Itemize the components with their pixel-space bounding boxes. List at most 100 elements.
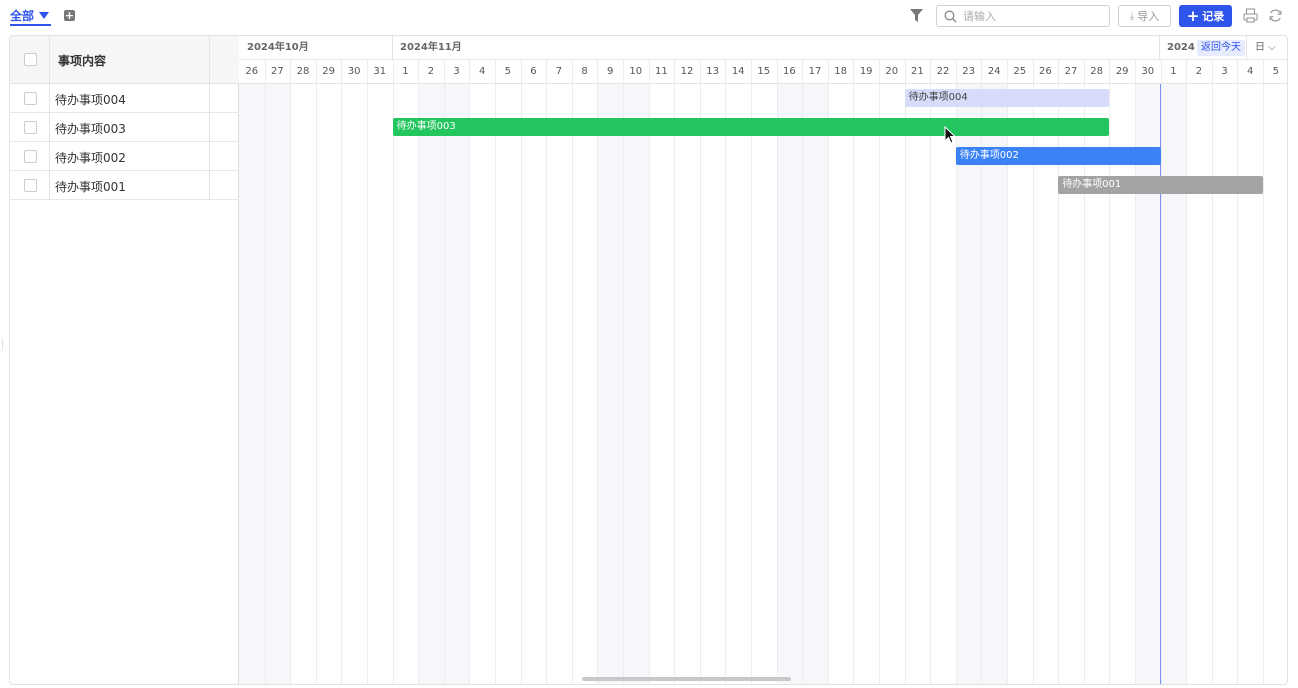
task-name: 待办事项004 (55, 93, 126, 107)
day-divider (571, 60, 573, 84)
day-label: 17 (808, 66, 822, 77)
grid-line (1058, 84, 1060, 684)
refresh-icon[interactable] (1268, 8, 1283, 23)
day-divider (904, 60, 906, 84)
day-divider (1083, 60, 1085, 84)
toolbar: 全部 + ⤓ 导入 + 记录 (0, 0, 1298, 33)
day-label: 2 (427, 66, 435, 77)
day-label: 10 (629, 66, 643, 77)
grid-line (469, 84, 471, 684)
day-label: 2 (1195, 66, 1203, 77)
grid-line (623, 84, 624, 684)
gantt-bar[interactable]: 待办事项004 (904, 89, 1110, 107)
gantt-bar[interactable]: 待办事项002 (955, 147, 1161, 165)
day-label: 11 (655, 66, 668, 77)
grid-line (725, 84, 727, 684)
row-checkbox[interactable] (24, 150, 37, 163)
day-label: 16 (783, 66, 796, 77)
search-icon (944, 10, 957, 23)
day-divider (1058, 60, 1060, 84)
back-to-today-button[interactable]: 返回今天 (1197, 40, 1245, 56)
column-divider (49, 36, 50, 84)
day-divider (879, 60, 880, 84)
column-header-content: 事项内容 (58, 54, 107, 68)
grid-line (879, 84, 880, 684)
grid-line (981, 84, 983, 684)
day-label: 15 (757, 66, 771, 77)
day-divider (776, 60, 778, 84)
table-row[interactable]: 待办事项004 (10, 84, 239, 113)
day-divider (648, 60, 650, 84)
grid-line (1109, 84, 1111, 684)
filter-icon[interactable] (910, 9, 923, 23)
column-divider (209, 36, 210, 84)
grid-line (443, 84, 445, 684)
grid-line (418, 84, 420, 684)
caret-down-icon[interactable] (39, 12, 50, 19)
day-divider (546, 60, 548, 84)
grid-line (392, 84, 394, 684)
table-row[interactable]: 待办事项003 (10, 113, 239, 142)
grid-line (674, 84, 676, 684)
grid-line (802, 84, 804, 684)
weekend-column (264, 84, 291, 684)
day-label: 26 (1039, 66, 1052, 77)
side-collapse-handle[interactable] (0, 338, 3, 352)
day-label: 6 (530, 66, 537, 77)
grid-line (571, 84, 573, 684)
weekend-column (802, 84, 828, 684)
select-all-checkbox[interactable] (24, 53, 37, 66)
day-label: 23 (962, 66, 975, 77)
day-label: 13 (706, 66, 719, 77)
day-divider (1032, 60, 1034, 84)
weekend-column (1135, 84, 1161, 684)
add-record-button[interactable]: + 记录 (1179, 5, 1232, 27)
task-name: 待办事项003 (55, 122, 126, 136)
day-divider (315, 60, 317, 84)
column-divider (49, 113, 50, 142)
day-divider (520, 60, 522, 84)
day-label: 31 (373, 66, 387, 77)
search-box[interactable] (936, 5, 1110, 27)
day-divider (1160, 60, 1162, 84)
day-divider (981, 60, 983, 84)
day-divider (597, 60, 599, 84)
print-icon[interactable] (1243, 8, 1258, 23)
day-header: 26 27 28 29 30 31 1 2 3 4 5 6 7 8 9 10 11 12 13 14 15 16 17 18 1… (239, 60, 1287, 84)
row-checkbox[interactable] (24, 92, 37, 105)
column-divider (209, 84, 210, 113)
day-divider (290, 60, 292, 84)
grid-line (1237, 84, 1239, 684)
search-input[interactable] (963, 8, 1103, 24)
gantt-bar[interactable]: 待办事项001 (1058, 176, 1263, 194)
table-row[interactable]: 待办事项001 (10, 171, 239, 200)
import-button[interactable]: ⤓ 导入 (1118, 5, 1171, 27)
column-divider (209, 171, 210, 200)
day-label: 24 (987, 66, 1001, 77)
horizontal-scrollbar[interactable] (582, 677, 791, 681)
row-checkbox[interactable] (24, 179, 37, 192)
day-label: 8 (581, 66, 588, 77)
day-divider (264, 60, 266, 84)
grid-line (827, 84, 829, 684)
day-divider (674, 60, 676, 84)
column-divider (209, 113, 210, 142)
day-label: 29 (1115, 66, 1129, 77)
row-checkbox[interactable] (24, 121, 37, 134)
day-label: 21 (911, 66, 924, 77)
day-divider (1186, 60, 1188, 84)
add-view-icon[interactable]: + (64, 10, 75, 21)
day-label: 30 (347, 66, 361, 77)
table-row[interactable]: 待办事项002 (10, 142, 239, 171)
column-divider (49, 142, 50, 171)
task-table: 事项内容 待办事项004 待办事项003 待办事项002 待办事项001 (10, 36, 239, 684)
day-label: 7 (555, 66, 563, 77)
day-label: 4 (1247, 66, 1254, 77)
grid-line (597, 84, 599, 684)
view-tab-all[interactable]: 全部 (10, 7, 52, 26)
time-unit-select[interactable]: 日 ⌵ (1255, 40, 1276, 56)
column-divider (49, 171, 50, 200)
day-label: 14 (731, 66, 745, 77)
day-divider (853, 60, 855, 84)
gantt-bar[interactable]: 待办事项003 (392, 118, 1110, 136)
